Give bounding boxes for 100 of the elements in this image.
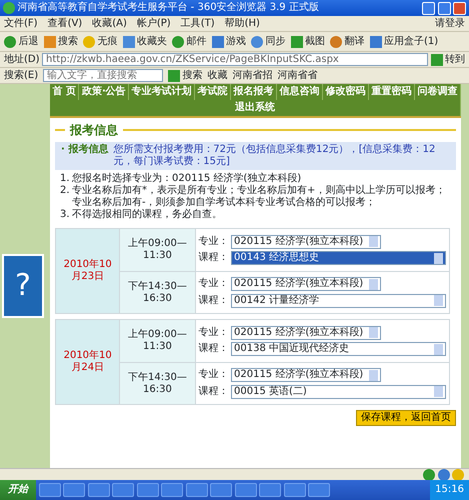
- dropdown[interactable]: 020115 经济学(独立本科段): [231, 234, 381, 249]
- bookmark-link[interactable]: 收藏: [208, 70, 228, 82]
- dropdown[interactable]: 00143 经济思想史: [231, 251, 446, 266]
- dropdown[interactable]: 020115 经济学(独立本科段): [231, 326, 381, 340]
- toolbar-button[interactable]: 应用盒子(1): [370, 36, 438, 48]
- bookmark-link[interactable]: 河南省省: [278, 70, 318, 82]
- field-label: 专业：: [198, 278, 228, 290]
- taskbar-button[interactable]: [112, 483, 134, 497]
- toolbar-button[interactable]: 搜索: [44, 36, 78, 48]
- dropdown[interactable]: 00142 计量经济学: [231, 294, 446, 308]
- status-icon: [423, 468, 435, 480]
- address-field[interactable]: http://zkwb.haeea.gov.cn/ZKService/PageBKInputSKC.aspx: [42, 53, 428, 66]
- taskbar-button[interactable]: [308, 483, 330, 497]
- toolbar-icon: [4, 36, 16, 48]
- taskbar-button[interactable]: [186, 483, 208, 497]
- nav-link[interactable]: 政策·公告: [79, 84, 130, 100]
- toolbar-button[interactable]: 后退: [4, 36, 38, 48]
- note-number: 1.: [60, 172, 70, 185]
- menu-item[interactable]: 查看(V): [48, 18, 82, 30]
- bookmark-link[interactable]: 河南省招: [232, 70, 273, 82]
- toolbar-icon: [172, 36, 184, 48]
- caret-icon: [434, 344, 443, 355]
- status-icon: [452, 468, 464, 480]
- note-number: 3.: [60, 208, 70, 221]
- toolbar-button[interactable]: 收藏夹: [122, 36, 167, 48]
- toolbar-button[interactable]: 翻译: [330, 36, 364, 48]
- nav-link[interactable]: 信息咨询: [277, 84, 324, 100]
- toolbar-button[interactable]: 游戏: [212, 36, 246, 48]
- search-button[interactable]: 搜索: [168, 70, 203, 82]
- time-cell: 下午14:30—16:30: [120, 271, 195, 314]
- toolbar-button[interactable]: 邮件: [172, 36, 206, 48]
- field-label: 课程：: [198, 294, 228, 307]
- section-title: 报考信息: [70, 123, 118, 138]
- field-label: 专业：: [198, 236, 228, 248]
- browser-logo-icon: [3, 2, 15, 14]
- caret-icon: [434, 252, 443, 264]
- menu-item[interactable]: 收藏(A): [92, 18, 127, 30]
- toolbar-icon: [83, 36, 95, 48]
- login-link[interactable]: 请登录: [435, 18, 465, 30]
- nav-link[interactable]: 问卷调查: [415, 84, 462, 100]
- toolbar-icon: [44, 36, 56, 48]
- caret-icon: [369, 370, 378, 381]
- nav-link[interactable]: 退出系统: [50, 100, 461, 116]
- fee-note[interactable]: 您所需支付报考费用：72元（包括信息采集费12元），[信息采集费：12元，每门课考试费：15元]: [113, 144, 450, 168]
- toolbar-button[interactable]: 无痕: [83, 36, 118, 48]
- time-cell: 下午14:30—16:30: [120, 362, 195, 405]
- taskbar-button[interactable]: [88, 483, 110, 497]
- close-button[interactable]: [453, 2, 466, 14]
- toolbar-icon: [330, 36, 342, 48]
- toolbar-icon: [290, 36, 302, 48]
- menu-item[interactable]: 帮助(H): [224, 18, 260, 30]
- menu-item[interactable]: 帐户(P): [136, 18, 171, 30]
- toolbar-button[interactable]: 同步: [251, 36, 286, 48]
- note-text: 不得选报相同的课程，务必自查。: [72, 208, 222, 221]
- taskbar-button[interactable]: [161, 483, 183, 497]
- nav-link[interactable]: 专业考试计划: [129, 84, 196, 100]
- taskbar-button[interactable]: [234, 483, 256, 497]
- go-button[interactable]: 转到: [430, 54, 465, 66]
- taskbar-button[interactable]: [136, 483, 158, 497]
- address-label: 地址(D): [4, 54, 40, 66]
- taskbar-button[interactable]: [38, 483, 60, 497]
- info-heading: · 报考信息: [61, 144, 108, 158]
- search-icon: [168, 70, 180, 82]
- toolbar-icon: [251, 36, 263, 48]
- field-label: 专业：: [198, 326, 228, 339]
- time-cell: 上午09:00—11:30: [120, 228, 195, 272]
- menu-item[interactable]: 工具(T): [180, 18, 215, 30]
- help-button[interactable]: ?: [2, 254, 44, 318]
- window-title: 河南省高等教育自学考试考生服务平台 - 360安全浏览器 3.9 正式版: [18, 2, 320, 14]
- dropdown[interactable]: 00138 中国近现代经济史: [231, 342, 446, 356]
- nav-link[interactable]: 修改密码: [323, 84, 370, 100]
- taskbar-button[interactable]: [284, 483, 306, 497]
- field-label: 专业：: [198, 369, 228, 382]
- taskbar-button[interactable]: [210, 483, 232, 497]
- nav-link[interactable]: 首 页: [50, 84, 80, 100]
- date-cell: 2010年10月24日: [56, 320, 120, 405]
- dropdown[interactable]: 020115 经济学(独立本科段): [231, 368, 381, 382]
- caret-icon: [369, 278, 378, 290]
- minimize-button[interactable]: [422, 2, 435, 14]
- dropdown[interactable]: 020115 经济学(独立本科段): [231, 277, 381, 292]
- taskbar-button[interactable]: [63, 483, 85, 497]
- save-button[interactable]: 保存课程，返回首页: [356, 410, 456, 426]
- start-button[interactable]: 开始: [0, 480, 36, 500]
- nav-link[interactable]: 考试院: [195, 84, 232, 100]
- menu-item[interactable]: 文件(F): [4, 18, 38, 30]
- note-text: 专业名称后加有*，表示是所有专业；专业名称后加有+，则高中以上学历可以报考；专业名称后加有-，则须参加自学考试本科专业考试合格的可以报考；: [72, 184, 446, 208]
- caret-icon: [369, 236, 378, 248]
- dropdown[interactable]: 00015 英语(二): [231, 384, 446, 399]
- field-label: 课程：: [198, 386, 228, 398]
- field-label: 课程：: [198, 252, 228, 264]
- nav-link[interactable]: 报名报考: [231, 84, 278, 100]
- toolbar-icon: [370, 36, 382, 48]
- toolbar-button[interactable]: 截图: [290, 36, 325, 48]
- time-cell: 上午09:00—11:30: [120, 320, 195, 362]
- clock: 15:16: [430, 480, 469, 500]
- maximize-button[interactable]: [438, 2, 450, 14]
- taskbar-button[interactable]: [259, 483, 281, 497]
- date-cell: 2010年10月23日: [56, 228, 120, 314]
- field-label: 课程：: [198, 343, 228, 356]
- nav-link[interactable]: 重置密码: [369, 84, 416, 100]
